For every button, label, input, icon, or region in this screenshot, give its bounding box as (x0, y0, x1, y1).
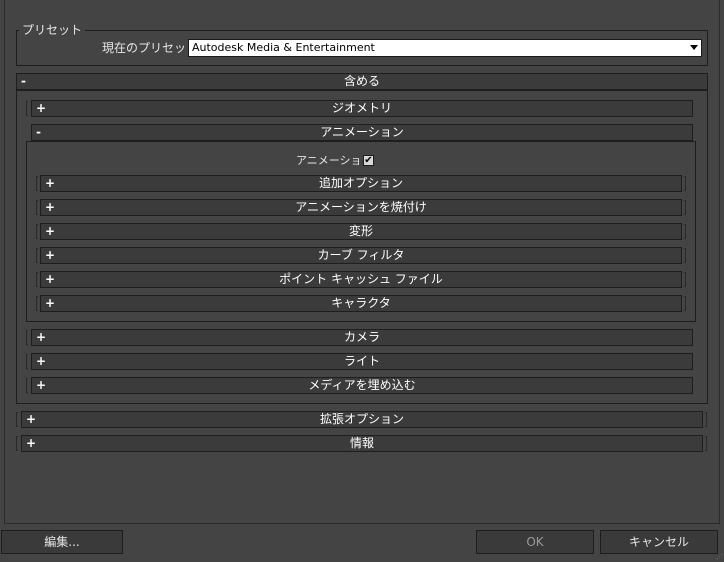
animation-checkbox-label: アニメーション (296, 154, 373, 167)
rollout-bracket (705, 436, 707, 451)
rollout-bracket (16, 412, 18, 427)
expand-icon: + (45, 272, 56, 286)
rollout-point-cache[interactable]: + ポイント キャッシュ ファイル (40, 271, 682, 288)
rollout-embed-media-label: メディアを埋め込む (308, 378, 416, 392)
rollout-advanced-options-label: 拡張オプション (319, 412, 404, 426)
expand-icon: + (36, 330, 47, 344)
expand-icon: + (26, 412, 37, 426)
rollout-information-label: 情報 (349, 436, 374, 450)
rollout-bracket (26, 330, 28, 345)
rollout-bracket (684, 248, 686, 263)
rollout-extra-options-label: 追加オプション (318, 176, 403, 190)
rollout-bracket (26, 378, 28, 393)
rollout-bracket (684, 200, 686, 215)
expand-icon: + (45, 176, 56, 190)
rollout-point-cache-label: ポイント キャッシュ ファイル (279, 272, 443, 286)
rollout-curve-filter-label: カーブ フィルタ (317, 248, 405, 262)
current-preset-dropdown[interactable]: Autodesk Media & Entertainment (188, 39, 702, 57)
rollout-bracket (26, 354, 28, 369)
animation-checkbox[interactable]: ✔ (363, 155, 374, 166)
rollout-bake-animation-label: アニメーションを焼付け (295, 200, 427, 214)
rollout-bake-animation[interactable]: + アニメーションを焼付け (40, 199, 682, 216)
rollout-character-label: キャラクタ (331, 296, 391, 310)
rollout-bracket (684, 176, 686, 191)
rollout-bracket (36, 200, 38, 215)
rollout-bracket (684, 272, 686, 287)
rollout-extra-options[interactable]: + 追加オプション (40, 175, 682, 192)
rollout-advanced-options[interactable]: + 拡張オプション (21, 411, 703, 428)
rollout-bracket (26, 101, 28, 116)
collapse-icon: - (21, 74, 26, 88)
rollout-bracket (36, 272, 38, 287)
rollout-bracket (36, 248, 38, 263)
expand-icon: + (36, 378, 47, 392)
rollout-bracket (36, 176, 38, 191)
rollout-information[interactable]: + 情報 (21, 435, 703, 452)
rollout-include[interactable]: - 含める (16, 73, 708, 90)
ok-button[interactable]: OK (476, 530, 594, 554)
expand-icon: + (26, 436, 37, 450)
edit-button[interactable]: 編集... (1, 530, 123, 554)
expand-icon: + (45, 200, 56, 214)
rollout-camera[interactable]: + カメラ (31, 329, 693, 346)
rollout-curve-filter[interactable]: + カーブ フィルタ (40, 247, 682, 264)
expand-icon: + (36, 101, 47, 115)
rollout-camera-label: カメラ (343, 330, 380, 344)
rollout-embed-media[interactable]: + メディアを埋め込む (31, 377, 693, 394)
expand-icon: + (45, 224, 56, 238)
rollout-bracket (36, 296, 38, 311)
expand-icon: + (45, 248, 56, 262)
rollout-bracket (684, 224, 686, 239)
rollout-geometry-label: ジオメトリ (331, 101, 392, 115)
rollout-light[interactable]: + ライト (31, 353, 693, 370)
rollout-bracket (36, 224, 38, 239)
expand-icon: + (45, 296, 56, 310)
rollout-bracket (705, 412, 707, 427)
preset-group-title: プリセット (19, 22, 86, 38)
current-preset-value: Autodesk Media & Entertainment (192, 41, 375, 54)
rollout-bracket (16, 436, 18, 451)
rollout-geometry[interactable]: + ジオメトリ (31, 100, 693, 117)
rollout-deformation[interactable]: + 変形 (40, 223, 682, 240)
dropdown-arrow-icon[interactable] (690, 45, 698, 50)
rollout-deformation-label: 変形 (348, 224, 373, 238)
rollout-animation[interactable]: - アニメーション (31, 124, 693, 141)
rollout-bracket (684, 296, 686, 311)
expand-icon: + (36, 354, 47, 368)
rollout-include-label: 含める (343, 74, 380, 88)
rollout-animation-label: アニメーション (320, 125, 404, 139)
collapse-icon: - (36, 125, 41, 139)
rollout-character[interactable]: + キャラクタ (40, 295, 682, 312)
rollout-light-label: ライト (343, 354, 380, 368)
cancel-button[interactable]: キャンセル (600, 530, 718, 554)
resize-grip-icon[interactable]: ⋰ (716, 554, 723, 561)
